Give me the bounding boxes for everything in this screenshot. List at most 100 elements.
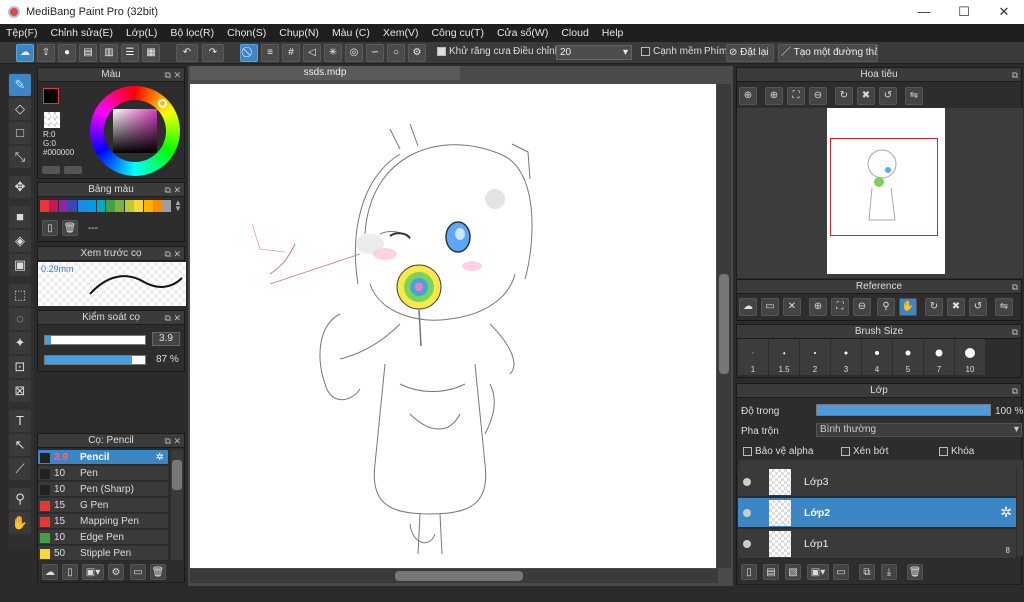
parallel-snap-icon[interactable]: ≡	[261, 44, 279, 62]
grid-settings-icon[interactable]: ▦	[142, 44, 160, 62]
brush-size-option[interactable]: 1.5	[769, 339, 799, 375]
palette-swatch[interactable]	[58, 200, 68, 212]
undo-icon[interactable]: ↶	[176, 44, 198, 62]
palette-swatch[interactable]	[124, 200, 134, 212]
gradient-tool-icon[interactable]: ▣	[9, 254, 31, 276]
canvas-horizontal-scrollbar[interactable]	[190, 569, 718, 583]
new-layer-icon[interactable]: ▯	[741, 564, 757, 580]
panel-float-icon[interactable]: ⧉	[1012, 384, 1018, 398]
duplicate-layer-icon[interactable]: ⧉	[859, 564, 875, 580]
layer-menu-icon[interactable]: ▣▾	[807, 564, 829, 580]
brush-item[interactable]: 15 Mapping Pen	[38, 514, 168, 529]
upload-icon[interactable]: ⇪	[37, 44, 55, 62]
new-halftone-layer-icon[interactable]: ▤	[763, 564, 779, 580]
layer-opacity-slider[interactable]	[816, 404, 991, 416]
palette-swatch[interactable]	[49, 200, 59, 212]
color-history-button[interactable]	[64, 166, 82, 174]
brush-size-option[interactable]: 2	[800, 339, 830, 375]
brush-list-scroll-thumb[interactable]	[172, 460, 182, 490]
menu-filter[interactable]: Bộ lọc(R)	[170, 27, 214, 39]
new-palette-icon[interactable]: ▯	[42, 220, 58, 236]
magic-wand-tool-icon[interactable]: ✦	[9, 332, 31, 354]
menu-layer[interactable]: Lớp(L)	[126, 27, 157, 39]
circle-snap-icon[interactable]: ◎	[345, 44, 363, 62]
navigator-thumbnail[interactable]	[827, 108, 945, 274]
brush-size-option[interactable]: 3	[831, 339, 861, 375]
brush-size-option[interactable]: 10	[955, 339, 985, 375]
brush-item[interactable]: 10 Pen	[38, 466, 168, 481]
reset-view-icon[interactable]: ✖	[947, 298, 965, 316]
panel-float-icon[interactable]: ⧉	[1012, 280, 1018, 294]
gear-icon[interactable]: ✲	[1000, 504, 1012, 521]
text-tool-icon[interactable]: T	[9, 410, 31, 432]
divide-tool-icon[interactable]: ⟋	[9, 458, 31, 480]
clipping-checkbox[interactable]: Xén bớt	[841, 446, 888, 457]
zoom-in-icon[interactable]: ⊕	[739, 87, 757, 105]
zoom-in-icon[interactable]: ⊕	[809, 298, 827, 316]
eraser-tool-icon[interactable]: ◇	[9, 98, 31, 120]
menu-select[interactable]: Chọn(S)	[227, 27, 266, 39]
brush-folder-icon[interactable]: ▭	[130, 564, 146, 580]
layer-row[interactable]: Lớp2 ✲	[738, 498, 1016, 528]
menu-snap[interactable]: Chụp(N)	[279, 27, 319, 39]
fit-window-icon[interactable]: ⛶	[831, 298, 849, 316]
eyedropper-icon[interactable]: ⚲	[877, 298, 895, 316]
delete-layer-icon[interactable]: 🗑	[907, 564, 923, 580]
palette-swatch[interactable]	[153, 200, 162, 212]
palette-swatch[interactable]	[162, 200, 172, 212]
add-brush-icon[interactable]: ▯	[62, 564, 78, 580]
palette-swatch[interactable]	[68, 200, 78, 212]
palette-swatch[interactable]	[96, 200, 106, 212]
new-line-button[interactable]: ／ Tạo một đường thẳng	[778, 44, 878, 62]
rotate-icon[interactable]: ↻	[835, 87, 853, 105]
antialias-checkbox[interactable]: Khử răng cưa	[437, 46, 511, 57]
rect-select-tool-icon[interactable]: ⬚	[9, 284, 31, 306]
brush-item[interactable]: 10 Pen (Sharp)	[38, 482, 168, 497]
smooth-checkbox[interactable]: Cạnh mềm	[641, 46, 702, 57]
radial-snap-icon[interactable]: ✳	[324, 44, 342, 62]
rotate-right-icon[interactable]: ↺	[969, 298, 987, 316]
operation-tool-icon[interactable]: ↖	[9, 434, 31, 456]
new-8bit-layer-icon[interactable]: ▧	[785, 564, 801, 580]
delete-palette-icon[interactable]: 🗑	[62, 220, 78, 236]
brush-item[interactable]: 50 Stipple Pen	[38, 546, 168, 561]
zoom-in-step-icon[interactable]: ⊕	[765, 87, 783, 105]
blend-select[interactable]: Bình thường ▾	[816, 423, 1022, 437]
move-tool-icon[interactable]: ✥	[9, 176, 31, 198]
menu-file[interactable]: Tệp(F)	[6, 27, 38, 39]
cross-snap-icon[interactable]: #	[282, 44, 300, 62]
palette-scroll-icon[interactable]: ▲ ▼	[174, 199, 182, 213]
palette-swatch[interactable]	[134, 200, 144, 212]
page-icon[interactable]: ▥	[100, 44, 118, 62]
horizontal-scroll-thumb[interactable]	[395, 571, 523, 581]
visibility-icon[interactable]	[743, 509, 751, 517]
ellipse-snap-icon[interactable]: ○	[387, 44, 405, 62]
layer-scrollbar[interactable]	[1017, 460, 1023, 556]
palette-swatch[interactable]	[40, 200, 49, 212]
foreground-color-swatch[interactable]	[43, 88, 59, 104]
vertical-scroll-thumb[interactable]	[719, 274, 729, 374]
open-folder-icon[interactable]: ▭	[761, 298, 779, 316]
brush-list-scrollbar[interactable]	[171, 450, 183, 560]
palette-swatch[interactable]	[87, 200, 97, 212]
lasso-tool-icon[interactable]: ◌	[9, 308, 31, 330]
brush-size-option[interactable]: 1	[738, 339, 768, 375]
select-brush-tool-icon[interactable]: ⊡	[9, 356, 31, 378]
menu-view[interactable]: Xem(V)	[383, 27, 419, 39]
flip-icon[interactable]: ⇋	[995, 298, 1013, 316]
brush-settings-icon[interactable]: ⚙	[108, 564, 124, 580]
saturation-square[interactable]	[113, 109, 157, 153]
layer-row[interactable]: Lớp3	[738, 467, 1016, 497]
redo-icon[interactable]: ↷	[202, 44, 224, 62]
cloud-reference-icon[interactable]: ☁	[739, 298, 757, 316]
canvas-vertical-scrollbar[interactable]	[717, 84, 731, 568]
panel-close-icon[interactable]: ⧉ ✕	[165, 183, 181, 197]
color-option-button[interactable]	[42, 166, 60, 174]
menu-help[interactable]: Help	[602, 27, 624, 39]
palette-swatch[interactable]	[105, 200, 115, 212]
gear-icon[interactable]: ✲	[156, 450, 164, 465]
menu-cloud[interactable]: Cloud	[561, 27, 588, 39]
dot-tool-icon[interactable]: □	[9, 122, 31, 144]
close-reference-icon[interactable]: ✕	[783, 298, 801, 316]
minimize-button[interactable]: —	[904, 0, 944, 24]
